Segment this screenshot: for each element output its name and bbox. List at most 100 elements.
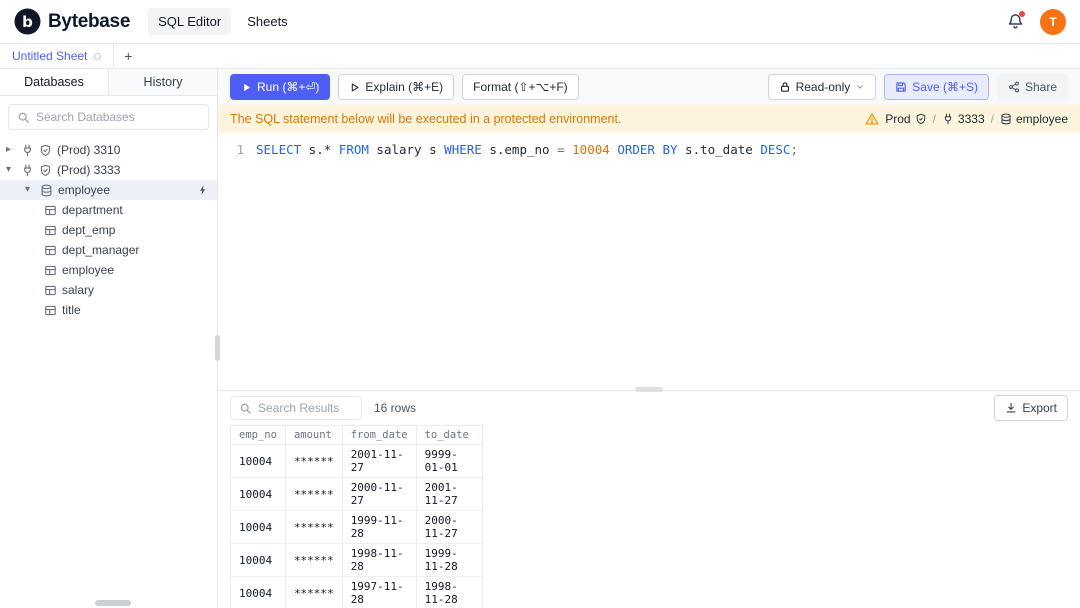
results-search[interactable]	[230, 396, 362, 420]
database-chip[interactable]: employee	[1000, 112, 1068, 126]
top-nav: SQL Editor Sheets	[148, 8, 298, 35]
database-label: employee	[1015, 112, 1068, 126]
sidebar-horizontal-scrollbar[interactable]	[95, 600, 131, 606]
table-cell[interactable]: 1999-11-28	[341, 510, 417, 544]
results-header-row: emp_no amount from_date to_date	[230, 425, 483, 445]
tree-item-label: dept_emp	[62, 223, 116, 237]
table-cell[interactable]: 10004	[230, 477, 286, 511]
run-button[interactable]: Run (⌘+⏎)	[230, 74, 331, 100]
column-header-from_date[interactable]: from_date	[341, 425, 417, 445]
column-header-amount[interactable]: amount	[284, 425, 343, 445]
tree-item-instance-prod-3333[interactable]: ▾ (Prod) 3333	[0, 160, 217, 180]
editor-pane: Run (⌘+⏎) Explain (⌘+E) Format (⇧+⌥+F) R…	[218, 69, 1080, 608]
sql-token: ;	[790, 142, 798, 157]
table-cell[interactable]: 1999-11-28	[415, 543, 483, 577]
table-cell[interactable]: ******	[284, 477, 343, 511]
explain-button[interactable]: Explain (⌘+E)	[338, 74, 455, 100]
column-header-emp_no[interactable]: emp_no	[230, 425, 286, 445]
sidebar-resize-handle[interactable]	[215, 335, 220, 361]
toolbar-right: Read-only Save (⌘+S) Share	[767, 74, 1068, 100]
chevron-down-icon[interactable]: ▾	[6, 165, 16, 175]
table-cell[interactable]: 9999-01-01	[415, 444, 483, 478]
sql-editor[interactable]: 1 SELECT s.* FROM salary s WHERE s.emp_n…	[218, 133, 1080, 390]
tree-item-table-dept-emp[interactable]: dept_emp	[0, 220, 217, 240]
format-button[interactable]: Format (⇧+⌥+F)	[462, 74, 579, 100]
table-row[interactable]: 10004 ****** 1997-11-28 1998-11-28	[230, 576, 483, 608]
table-cell[interactable]: 1998-11-28	[415, 576, 483, 608]
table-cell[interactable]: 1997-11-28	[341, 576, 417, 608]
tree-item-table-dept-manager[interactable]: dept_manager	[0, 240, 217, 260]
database-search[interactable]	[8, 104, 209, 130]
tree-item-instance-prod-3310[interactable]: ▸ (Prod) 3310	[0, 140, 217, 160]
tree-item-label: (Prod) 3333	[57, 163, 121, 177]
database-tree: ▸ (Prod) 3310 ▾ (Prod) 3333 ▾ employee departm…	[0, 138, 217, 608]
export-button[interactable]: Export	[994, 395, 1068, 421]
tab-databases[interactable]: Databases	[0, 69, 108, 95]
database-icon	[41, 184, 52, 196]
export-button-label: Export	[1022, 401, 1057, 415]
line-number: 1	[236, 142, 244, 157]
tree-item-table-salary[interactable]: salary	[0, 280, 217, 300]
chevron-down-icon	[857, 85, 864, 89]
shield-icon	[916, 113, 925, 125]
column-header-to_date[interactable]: to_date	[415, 425, 483, 445]
environment-chip[interactable]: Prod	[885, 112, 926, 126]
database-search-input[interactable]	[36, 110, 200, 124]
avatar[interactable]: T	[1040, 8, 1066, 35]
tree-item-table-employee[interactable]: employee	[0, 260, 217, 280]
chevron-right-icon[interactable]: ▸	[6, 145, 16, 155]
brand-logo[interactable]: b Bytebase	[14, 8, 130, 35]
readonly-mode-dropdown[interactable]: Read-only	[767, 74, 877, 100]
sql-code-line: SELECT s.* FROM salary s WHERE s.emp_no …	[256, 142, 798, 390]
table-cell[interactable]: 10004	[230, 510, 286, 544]
sql-token: s.emp_no	[481, 142, 558, 157]
results-resize-handle[interactable]	[635, 387, 663, 392]
share-button[interactable]: Share	[996, 74, 1068, 100]
table-cell[interactable]: ******	[284, 510, 343, 544]
table-cell[interactable]: 2001-11-27	[341, 444, 417, 478]
header-right: T	[1007, 8, 1066, 35]
table-cell[interactable]: ******	[284, 444, 343, 478]
notifications-button[interactable]	[1007, 11, 1025, 30]
nav-sheets[interactable]: Sheets	[237, 8, 297, 35]
table-icon	[45, 305, 56, 315]
table-row[interactable]: 10004 ****** 2001-11-27 9999-01-01	[230, 444, 483, 478]
add-sheet-button[interactable]: +	[114, 44, 142, 68]
svg-text:b: b	[22, 13, 33, 31]
instance-chip[interactable]: 3333	[942, 112, 985, 126]
play-icon	[244, 83, 251, 91]
table-cell[interactable]: ******	[284, 576, 343, 608]
sql-token: salary s	[368, 142, 445, 157]
table-cell[interactable]: 2000-11-27	[341, 477, 417, 511]
table-row[interactable]: 10004 ****** 2000-11-27 2001-11-27	[230, 477, 483, 511]
tree-item-table-title[interactable]: title	[0, 300, 217, 320]
tab-history[interactable]: History	[108, 69, 217, 95]
table-cell[interactable]: 2001-11-27	[415, 477, 483, 511]
table-cell[interactable]: ******	[284, 543, 343, 577]
nav-sql-editor[interactable]: SQL Editor	[148, 8, 232, 35]
table-cell[interactable]: 1998-11-28	[341, 543, 417, 577]
share-icon	[1009, 81, 1019, 93]
tree-item-database-employee[interactable]: ▾ employee	[0, 180, 217, 200]
save-button[interactable]: Save (⌘+S)	[884, 74, 989, 100]
format-button-label: Format (⇧+⌥+F)	[473, 80, 568, 94]
table-cell[interactable]: 10004	[230, 444, 286, 478]
sheet-tab-bar: Untitled Sheet +	[0, 44, 1080, 69]
connect-action[interactable]	[197, 184, 209, 196]
instance-plug-icon	[24, 164, 31, 176]
tree-item-label: salary	[62, 283, 95, 297]
table-row[interactable]: 10004 ****** 1999-11-28 2000-11-27	[230, 510, 483, 544]
table-cell[interactable]: 2000-11-27	[415, 510, 483, 544]
chevron-down-icon[interactable]: ▾	[25, 185, 35, 195]
sheet-tab-untitled[interactable]: Untitled Sheet	[0, 44, 115, 68]
brand-name: Bytebase	[48, 10, 131, 32]
results-search-input[interactable]	[258, 401, 353, 415]
table-cell[interactable]: 10004	[230, 543, 286, 577]
table-cell[interactable]: 10004	[230, 576, 286, 608]
tree-item-label: dept_manager	[62, 243, 140, 257]
table-row[interactable]: 10004 ****** 1998-11-28 1999-11-28	[230, 543, 483, 577]
content: Databases History ▸ (Prod) 3310 ▾ (Prod) 33…	[0, 69, 1080, 608]
environment-shield-icon	[40, 144, 51, 156]
tree-item-table-department[interactable]: department	[0, 200, 217, 220]
